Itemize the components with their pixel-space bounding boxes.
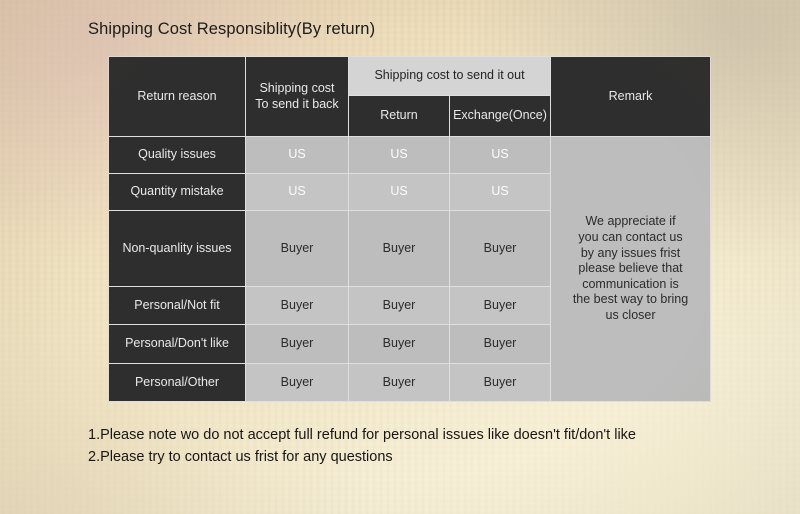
page-title: Shipping Cost Responsiblity(By return) bbox=[88, 20, 376, 38]
header-return-reason: Return reason bbox=[108, 56, 246, 137]
cell-quantity-exchange: US bbox=[448, 173, 552, 211]
row-label-quality-issues: Quality issues bbox=[108, 136, 246, 174]
cell-other-return: Buyer bbox=[348, 363, 450, 402]
header-shipping-cost-send-out: Shipping cost to send it out bbox=[347, 56, 552, 96]
cell-other-exchange: Buyer bbox=[448, 363, 552, 402]
cell-notfit-send-back: Buyer bbox=[245, 286, 349, 325]
cell-quantity-send-back: US bbox=[245, 173, 349, 211]
shipping-responsibility-table-wrapper: Return reason Shipping cost To send it b… bbox=[108, 56, 712, 402]
footer-note-1: 1.Please note wo do not accept full refu… bbox=[88, 427, 636, 443]
cell-quality-return: US bbox=[348, 136, 450, 174]
cell-quality-send-back: US bbox=[245, 136, 349, 174]
cell-other-send-back: Buyer bbox=[245, 363, 349, 402]
cell-notfit-exchange: Buyer bbox=[448, 286, 552, 325]
remark-line-7: us closer bbox=[605, 308, 656, 323]
remark-line-3: by any issues frist bbox=[580, 245, 681, 260]
row-label-personal-dont-like: Personal/Don't like bbox=[108, 324, 246, 364]
table-row: Quality issues US US US We appreciate if… bbox=[108, 136, 712, 402]
header-subcol-exchange: Exchange(Once) bbox=[448, 95, 552, 137]
remark-line-2: you can contact us bbox=[578, 229, 683, 244]
row-label-personal-other: Personal/Other bbox=[108, 363, 246, 402]
footer-notes: 1.Please note wo do not accept full refu… bbox=[88, 424, 636, 469]
footer-note-2: 2.Please try to contact us frist for any… bbox=[88, 449, 393, 466]
cell-dontlike-exchange: Buyer bbox=[448, 324, 552, 364]
remark-line-6: the best way to bring bbox=[572, 292, 689, 307]
header-shipping-cost-line1: Shipping cost bbox=[259, 80, 335, 95]
cell-dontlike-return: Buyer bbox=[348, 324, 450, 364]
cell-dontlike-send-back: Buyer bbox=[245, 324, 349, 364]
row-label-personal-not-fit: Personal/Not fit bbox=[108, 286, 246, 325]
table-header-row-1: Return reason Shipping cost To send it b… bbox=[108, 56, 712, 137]
cell-notfit-return: Buyer bbox=[348, 286, 450, 325]
cell-nonquality-send-back: Buyer bbox=[245, 210, 349, 287]
remark-line-1: We appreciate if bbox=[585, 214, 676, 229]
header-subcol-return: Return bbox=[348, 95, 450, 137]
header-shipping-cost-send-back: Shipping cost To send it back bbox=[245, 56, 349, 137]
remark-line-4: please believe that bbox=[578, 261, 683, 276]
cell-nonquality-return: Buyer bbox=[348, 210, 450, 287]
header-shipping-cost-line2: To send it back bbox=[255, 96, 339, 111]
row-label-non-quality-issues: Non-quanlity issues bbox=[108, 210, 246, 287]
cell-quantity-return: US bbox=[348, 173, 450, 211]
remark-text-block: We appreciate if you can contact us by a… bbox=[550, 136, 712, 402]
row-label-quantity-mistake: Quantity mistake bbox=[108, 173, 246, 211]
shipping-responsibility-table: Return reason Shipping cost To send it b… bbox=[108, 56, 712, 402]
cell-nonquality-exchange: Buyer bbox=[448, 210, 552, 287]
remark-line-5: communication is bbox=[582, 276, 679, 291]
page-root: Shipping Cost Responsiblity(By return) R… bbox=[0, 0, 800, 514]
header-remark: Remark bbox=[550, 56, 712, 137]
cell-quality-exchange: US bbox=[448, 136, 552, 174]
